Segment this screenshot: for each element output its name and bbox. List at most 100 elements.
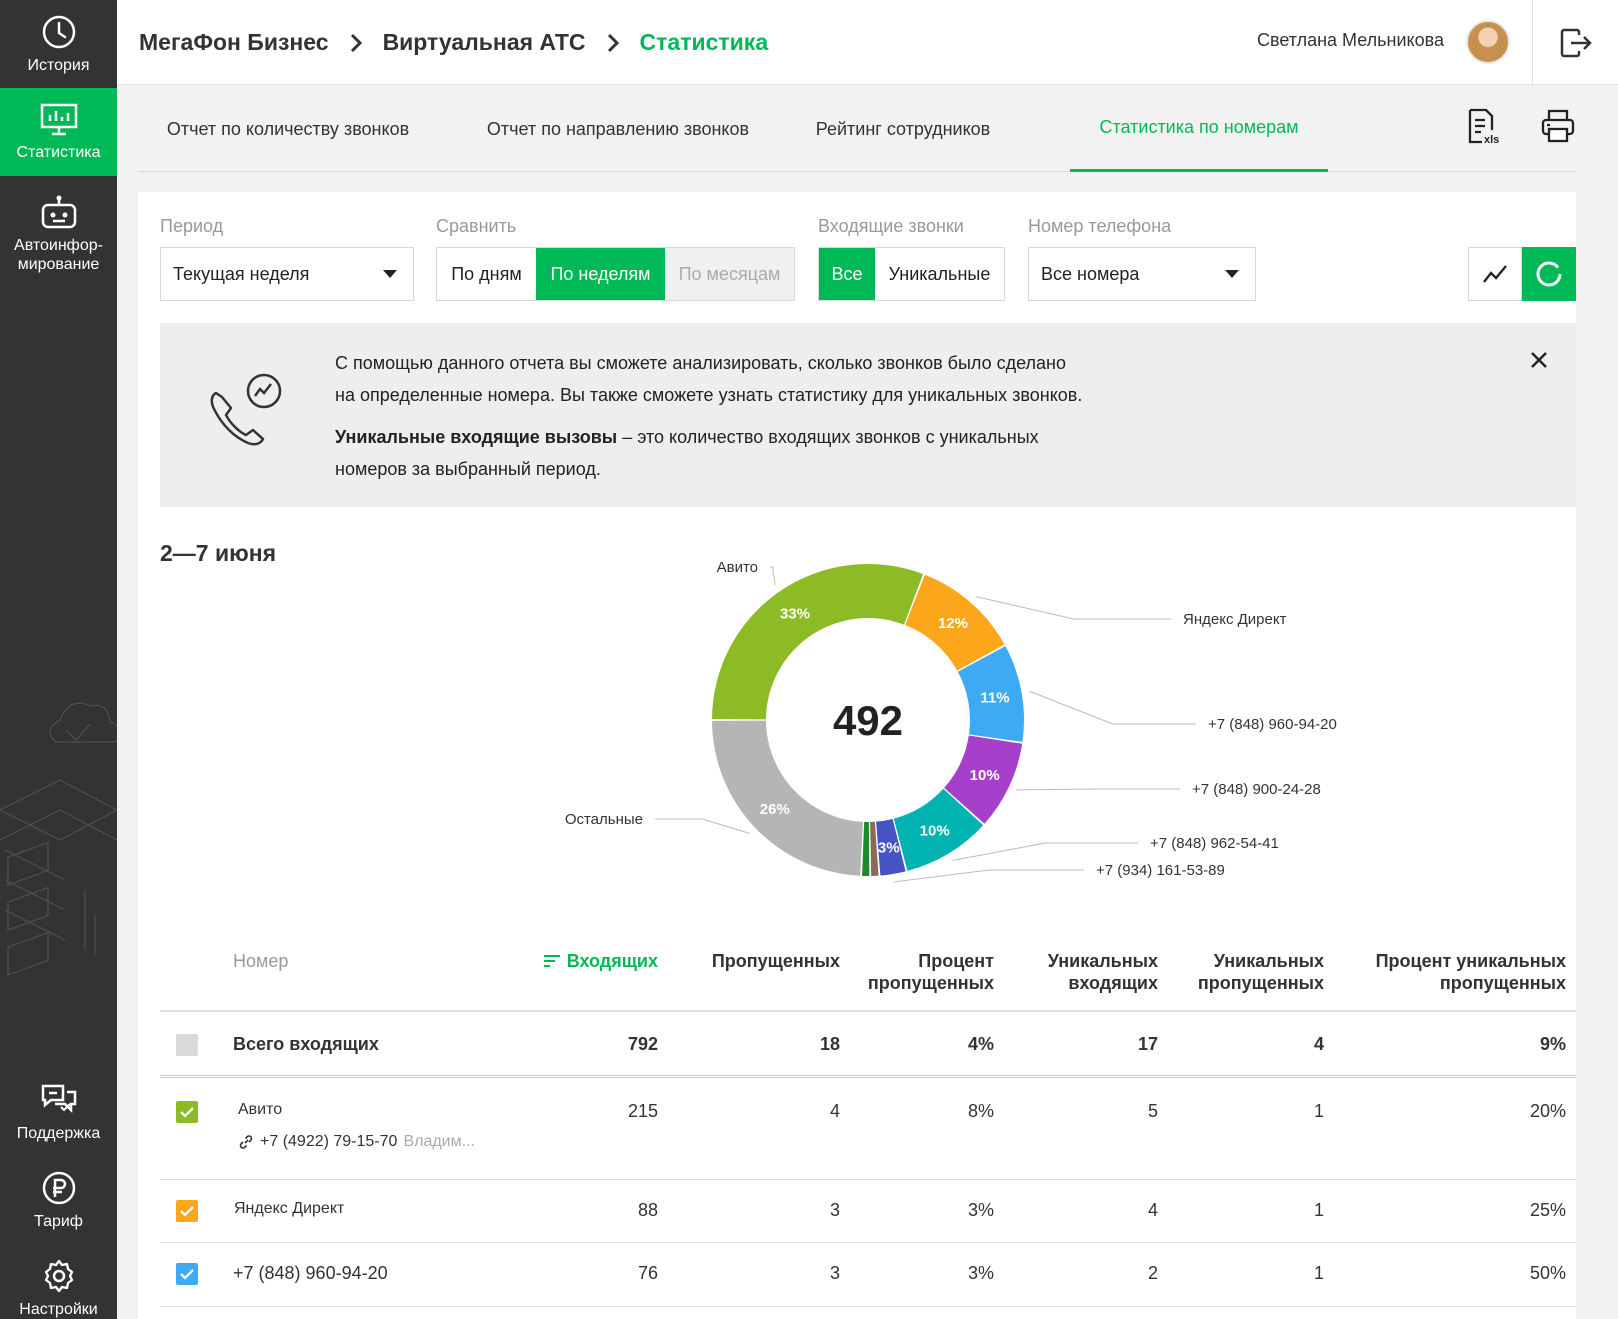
col-header-number[interactable]: Номер [233,950,288,972]
sidebar: История Статистика Автоинфор- мирование … [0,0,117,1319]
sidebar-item-support[interactable]: Поддержка [0,1068,117,1156]
cell-unique-incoming: 17 [1137,1034,1158,1054]
donut-slice-percent: 33% [780,606,810,623]
breadcrumb: МегаФон Бизнес Виртуальная АТС Статистик… [139,0,768,85]
logout-icon [1560,28,1592,57]
cell-unique-missed-percent: 20% [1529,1101,1566,1121]
sidebar-item-tariff[interactable]: Тариф [0,1156,117,1244]
sidebar-item-settings[interactable]: Настройки [0,1244,117,1319]
breadcrumb-item[interactable]: МегаФон Бизнес [139,29,329,56]
period-value: Текущая неделя [173,263,310,284]
compare-label: Сравнить [436,216,517,236]
chevron-right-icon [606,32,620,54]
sort-icon [543,955,560,967]
incoming-unique-button[interactable]: Уникальные [875,248,1004,300]
row-checkbox[interactable] [176,1263,198,1285]
tab-employee-rating[interactable]: Рейтинг сотрудников [798,86,1008,172]
donut-slice-percent: 11% [980,689,1009,706]
user-name[interactable]: Светлана Мельникова [1257,30,1444,51]
compare-by-months-button[interactable]: По месяцам [665,248,794,300]
tab-number-stats[interactable]: Статистика по номерам [1070,86,1328,172]
incoming-label: Входящие звонки [818,216,964,236]
logout-button[interactable] [1532,0,1618,85]
info-text: С помощью данного отчета вы сможете анал… [335,347,1135,485]
export-xls-icon[interactable]: xls [1466,108,1500,146]
donut-slice-label: Авито [717,562,758,576]
check-icon [180,1269,194,1280]
cell-unique-missed: 1 [1313,1200,1324,1220]
donut-slice-percent: 10% [920,822,950,839]
donut-slice[interactable] [862,821,870,876]
compare-toggle: По дням По неделям По месяцам [436,247,795,301]
phone-label: Номер телефона [1028,216,1172,236]
row-checkbox[interactable] [176,1101,198,1123]
chevron-right-icon [349,32,363,54]
tab-call-count[interactable]: Отчет по количеству звонков [138,86,438,172]
col-header-label: Входящих [566,951,658,971]
cell-unique-missed: 1 [1313,1263,1324,1283]
cell-missed: 3 [829,1200,840,1220]
phone-value: Все номера [1041,263,1140,284]
row-linked-number[interactable]: +7 (4922) 79-15-70 Владим... [238,1133,475,1151]
incoming-all-button[interactable]: Все [819,248,875,300]
tab-label: Отчет по направлению звонков [486,118,750,139]
breadcrumb-item[interactable]: Виртуальная АТС [383,29,586,56]
donut-slice-label: +7 (934) 161-53-89 [1096,862,1225,879]
table-row[interactable]: Авито +7 (4922) 79-15-70 Владим... 215 4… [160,1081,1576,1180]
col-header-incoming[interactable]: Входящих [543,950,658,972]
cell-missed-percent: 3% [967,1200,994,1220]
row-name: Авито [238,1101,283,1118]
report-panel: Период Текущая неделя Сравнить По дням П… [138,192,1576,1319]
sidebar-item-autoinform[interactable]: Автоинфор- мирование [0,184,117,284]
tab-label: Рейтинг сотрудников [815,118,991,139]
donut-center-total: 492 [833,697,903,744]
table-row[interactable]: +7 (848) 960-94-20 76 3 3% 2 1 50% [160,1243,1576,1307]
col-header-missed[interactable]: Пропущенных [712,950,840,972]
donut-slice-label: +7 (848) 960-94-20 [1208,716,1337,733]
total-checkbox[interactable] [176,1034,198,1056]
header: МегаФон Бизнес Виртуальная АТС Статистик… [117,0,1618,85]
donut-chart-view-button[interactable] [1522,247,1576,301]
cell-missed: 3 [829,1263,840,1283]
sidebar-item-label: Статистика [16,143,101,161]
sidebar-item-history[interactable]: История [0,0,117,88]
col-header-unique-missed-percent[interactable]: Процент уникальных пропущенных [1376,950,1566,994]
cell-incoming: 792 [627,1034,658,1054]
total-name: Всего входящих [233,1034,379,1054]
info-banner: С помощью данного отчета вы сможете анал… [160,323,1576,507]
sidebar-decoration [0,702,117,976]
close-icon[interactable] [1530,351,1548,369]
ruble-icon [42,1171,75,1204]
info-line: С помощью данного отчета вы сможете анал… [335,353,1066,373]
cell-missed: 4 [829,1101,840,1121]
compare-by-weeks-button[interactable]: По неделям [536,248,665,300]
donut-slice-percent: 26% [760,801,790,818]
print-icon[interactable] [1540,108,1576,144]
phone-analytics-icon [210,373,282,446]
compare-by-days-button[interactable]: По дням [437,248,536,300]
donut-slice-percent: 3% [878,839,900,856]
report-tabs: Отчет по количеству звонков Отчет по нап… [138,86,1576,172]
sidebar-item-statistics[interactable]: Статистика [0,88,117,176]
sidebar-item-label: Автоинфор- мирование [14,237,103,273]
tab-call-direction[interactable]: Отчет по направлению звонков [473,86,763,172]
sidebar-item-label: Настройки [19,1300,98,1318]
donut-slice-percent: 12% [938,615,968,632]
phone-select[interactable]: Все номера [1028,247,1256,301]
chart-view-toggle [1468,247,1576,301]
chat-support-icon [41,1084,76,1113]
col-header-missed-percent[interactable]: Процент пропущенных [868,950,994,994]
donut-slice-percent: 10% [970,767,1000,784]
row-checkbox[interactable] [176,1200,198,1222]
cell-unique-missed: 4 [1313,1034,1324,1054]
col-header-unique-missed[interactable]: Уникальных пропущенных [1198,950,1324,994]
line-chart-view-button[interactable] [1468,247,1522,301]
avatar[interactable] [1466,20,1510,64]
period-select[interactable]: Текущая неделя [160,247,414,301]
monitor-chart-icon [40,103,77,135]
donut-leader-line [770,566,776,585]
table-row[interactable]: Яндекс Директ 88 3 3% 4 1 25% [160,1180,1576,1243]
gear-icon [44,1259,73,1292]
donut-slice-label: +7 (848) 962-54-41 [1150,835,1279,852]
col-header-unique-incoming[interactable]: Уникальных входящих [1048,950,1158,994]
